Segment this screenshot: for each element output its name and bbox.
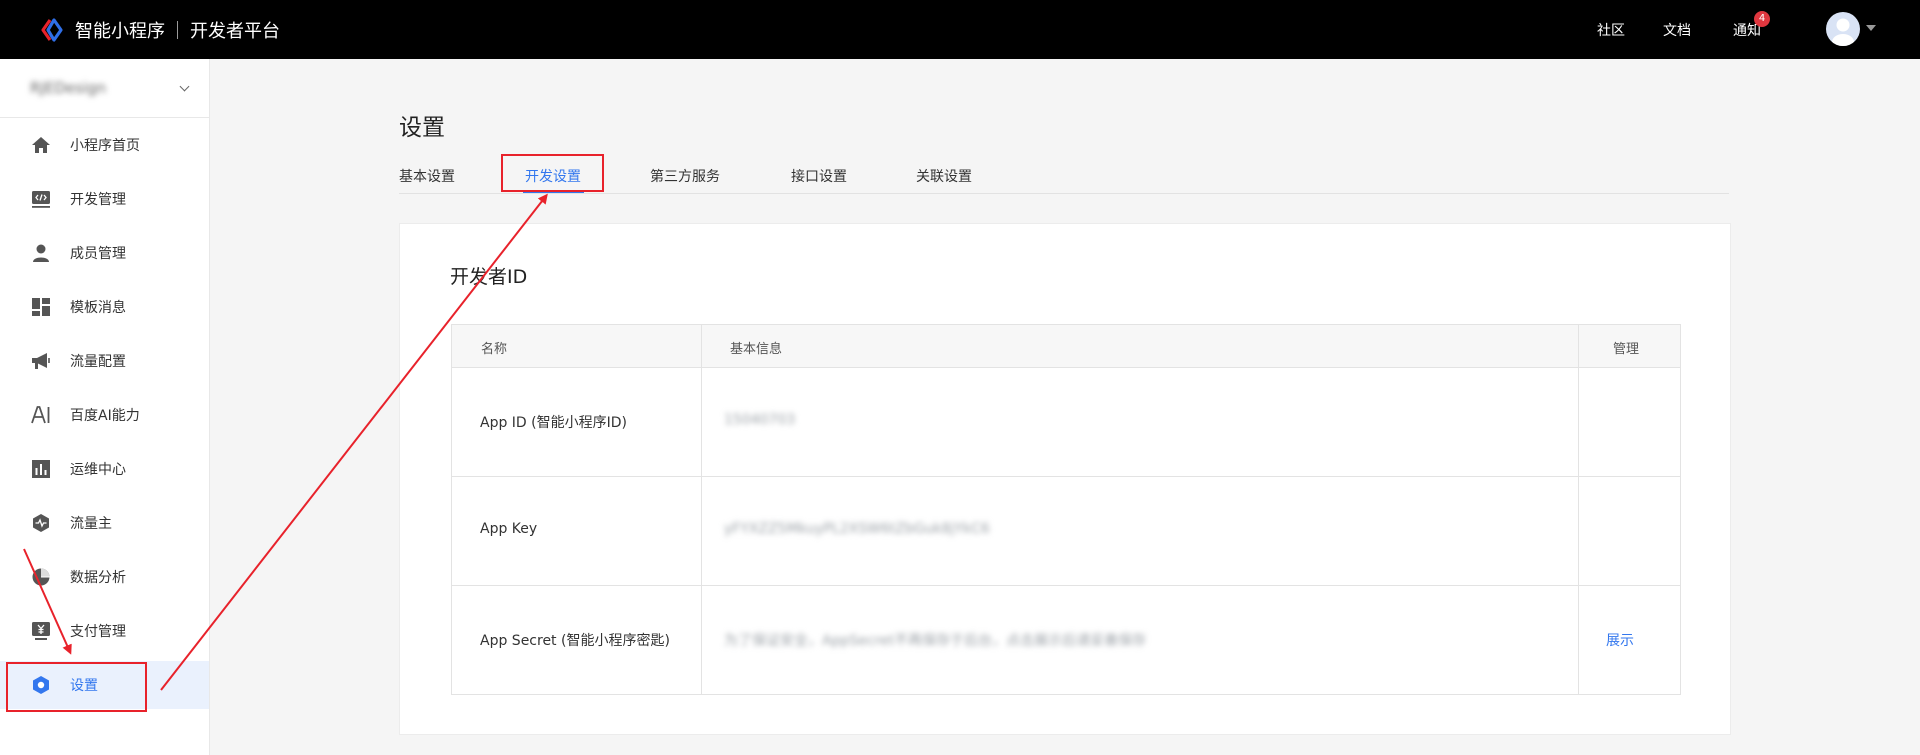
section-title: 开发者ID	[450, 266, 528, 288]
developer-id-table: 名称 基本信息 管理 App ID (智能小程序ID) 15040703 App…	[451, 324, 1681, 695]
sidebar-item-label: 流量主	[70, 516, 112, 532]
notification-badge: 4	[1754, 11, 1770, 27]
sidebar-item-home[interactable]: 小程序首页	[0, 121, 209, 169]
brand-separator	[177, 21, 178, 39]
top-bar: 智能小程序 开发者平台 社区 文档 通知 4	[0, 0, 1920, 59]
sidebar-item-ops-center[interactable]: 运维中心	[0, 445, 209, 493]
chevron-down-icon	[179, 81, 190, 92]
avatar-user-icon	[1832, 18, 1854, 46]
nav-community-link[interactable]: 社区	[1597, 20, 1625, 40]
table-row: App Secret (智能小程序密匙) 为了保证安全，AppSecret不再保…	[452, 586, 1680, 695]
sidebar: RJEDesign 小程序首页 开发管理 成员管理 模板消息 流量配置 百度AI…	[0, 59, 210, 755]
row-name: App Secret (智能小程序密匙)	[480, 633, 670, 649]
code-icon	[32, 191, 50, 208]
sidebar-item-label: 成员管理	[70, 246, 126, 262]
sidebar-item-members[interactable]: 成员管理	[0, 229, 209, 277]
bar-chart-icon	[32, 460, 50, 478]
sidebar-item-data-analysis[interactable]: 数据分析	[0, 553, 209, 601]
sidebar-item-label: 百度AI能力	[70, 408, 140, 424]
home-icon	[32, 137, 50, 153]
row-name: App Key	[480, 521, 538, 537]
nav-docs-link[interactable]: 文档	[1663, 20, 1691, 40]
row-info: 为了保证安全，AppSecret不再保存于后台，点击展示后请妥善保存	[724, 633, 1147, 649]
ai-icon	[31, 406, 50, 424]
sidebar-item-label: 支付管理	[70, 624, 126, 640]
sidebar-item-label: 数据分析	[70, 570, 126, 586]
sidebar-item-label: 流量配置	[70, 354, 126, 370]
sidebar-item-dev-management[interactable]: 开发管理	[0, 175, 209, 223]
sidebar-item-template-messages[interactable]: 模板消息	[0, 283, 209, 331]
hexagon-pulse-icon	[33, 514, 49, 532]
sidebar-item-label: 模板消息	[70, 300, 126, 316]
tab-association-settings[interactable]: 关联设置	[916, 166, 972, 186]
pie-chart-icon	[32, 568, 50, 586]
sidebar-item-traffic-master[interactable]: 流量主	[0, 499, 209, 547]
column-header-info: 基本信息	[730, 342, 783, 357]
avatar[interactable]	[1826, 12, 1860, 46]
column-header-manage: 管理	[1613, 342, 1640, 357]
developer-id-card: 开发者ID 名称 基本信息 管理 App ID (智能小程序ID) 150407…	[399, 223, 1731, 735]
megaphone-icon	[32, 353, 50, 369]
sidebar-item-traffic-config[interactable]: 流量配置	[0, 337, 209, 385]
row-info: 15040703	[724, 412, 796, 428]
highlight-box-dev-settings-tab	[501, 154, 604, 192]
brand-logo-icon	[41, 18, 63, 42]
page-title: 设置	[399, 115, 445, 141]
yuan-icon	[32, 622, 50, 640]
column-divider	[1578, 325, 1579, 694]
tab-interface-settings[interactable]: 接口设置	[791, 166, 847, 186]
sidebar-item-baidu-ai[interactable]: 百度AI能力	[0, 391, 209, 439]
table-row: App Key yFYXZZ5MkuyPL2XSW6tZbGuk8jYkC6	[452, 477, 1680, 586]
user-icon	[33, 244, 49, 262]
highlight-box-settings-item	[6, 662, 147, 712]
page-scrollbar[interactable]	[1914, 59, 1920, 755]
sidebar-item-label: 运维中心	[70, 462, 126, 478]
row-info: yFYXZZ5MkuyPL2XSW6tZbGuk8jYkC6	[724, 521, 990, 537]
tab-third-party-services[interactable]: 第三方服务	[650, 166, 720, 186]
tab-basic-settings[interactable]: 基本设置	[399, 166, 455, 186]
template-icon	[32, 298, 50, 316]
row-name: App ID (智能小程序ID)	[480, 415, 627, 431]
show-secret-link[interactable]: 展示	[1606, 630, 1634, 650]
column-header-name: 名称	[481, 342, 508, 357]
column-divider	[701, 325, 702, 694]
sidebar-item-payment[interactable]: 支付管理	[0, 607, 209, 655]
table-header: 名称 基本信息 管理	[452, 325, 1680, 368]
brand-title: 智能小程序	[75, 21, 165, 42]
brand[interactable]: 智能小程序 开发者平台	[39, 16, 280, 44]
sidebar-item-label: 小程序首页	[70, 138, 140, 154]
sidebar-item-label: 开发管理	[70, 192, 126, 208]
project-selector[interactable]: RJEDesign	[0, 59, 209, 118]
project-name: RJEDesign	[30, 79, 107, 97]
brand-subtitle: 开发者平台	[190, 21, 280, 42]
caret-down-icon[interactable]	[1866, 25, 1876, 31]
table-row: App ID (智能小程序ID) 15040703	[452, 368, 1680, 477]
